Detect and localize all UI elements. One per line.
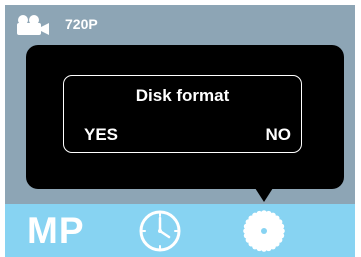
menu-bar: MP (5, 204, 355, 257)
popup-panel: Disk format YES NO (26, 45, 344, 189)
resolution-label: 720P (65, 16, 98, 32)
disk-format-dialog: Disk format YES NO (63, 75, 302, 153)
yes-button[interactable]: YES (84, 125, 118, 145)
camera-screen: 720P Disk format YES NO MP (0, 0, 361, 257)
gear-icon[interactable] (242, 209, 286, 253)
video-camera-icon (17, 15, 49, 35)
mode-label[interactable]: MP (27, 210, 85, 252)
viewfinder: 720P Disk format YES NO MP (5, 5, 355, 257)
dialog-title: Disk format (135, 86, 230, 105)
clock-icon[interactable] (138, 209, 182, 253)
popup-pointer (255, 188, 273, 202)
no-button[interactable]: NO (266, 125, 292, 145)
status-bar: 720P (5, 5, 355, 41)
